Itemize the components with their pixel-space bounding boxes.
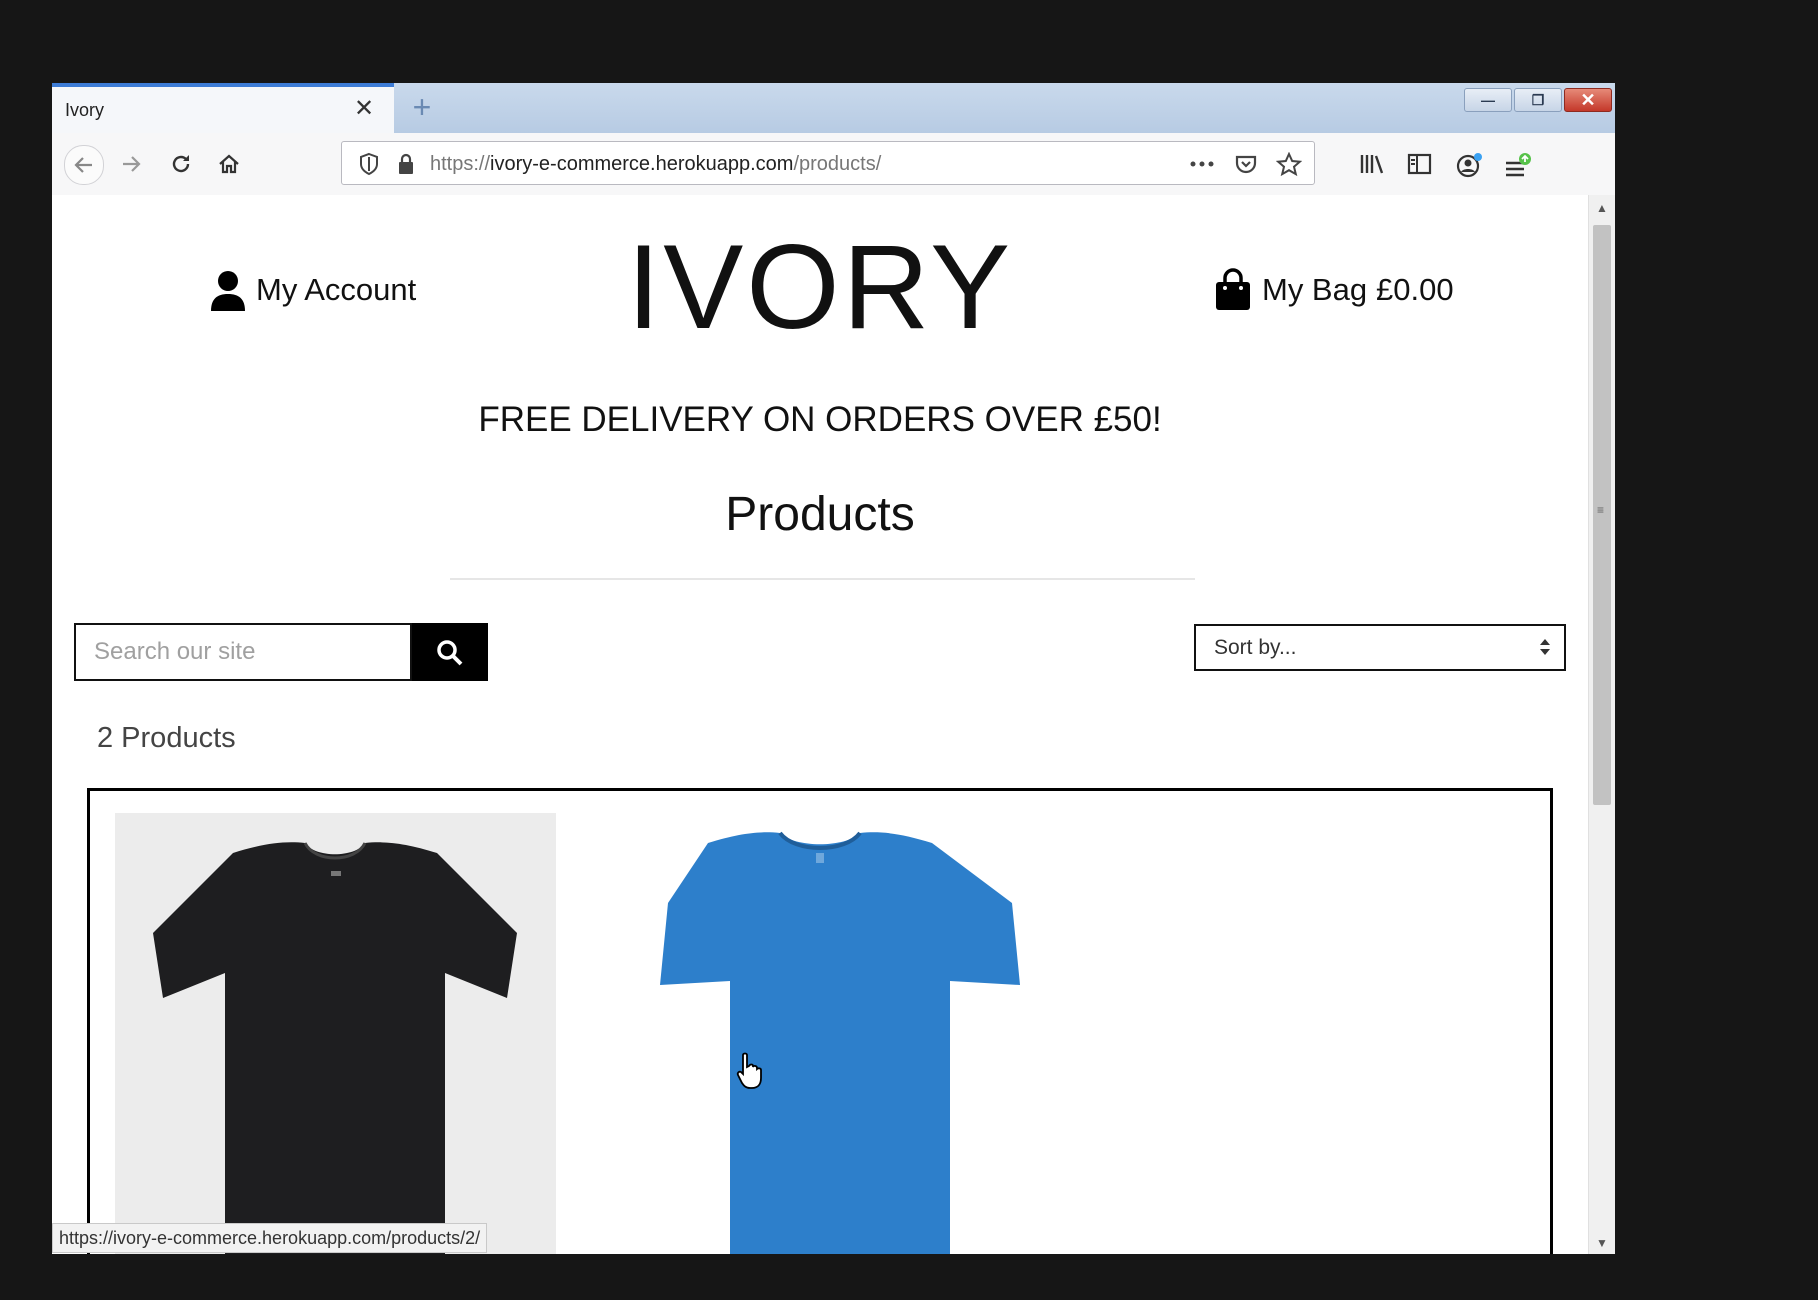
account-button[interactable]	[1448, 145, 1486, 183]
shield-icon[interactable]	[358, 152, 380, 176]
status-bar-link-preview: https://ivory-e-commerce.herokuapp.com/p…	[52, 1223, 488, 1253]
minimize-button[interactable]: —	[1464, 88, 1512, 112]
tab-strip: Ivory ✕ + — ❐ ✕	[52, 83, 1615, 134]
library-button[interactable]	[1352, 145, 1390, 183]
hand-cursor-icon	[736, 1052, 762, 1089]
url-path: /products/	[793, 153, 882, 175]
forward-button[interactable]	[112, 145, 150, 183]
arrow-left-icon	[74, 157, 92, 173]
reload-icon	[172, 155, 190, 173]
browser-window: Ivory ✕ + — ❐ ✕ https://ivory-e-commerce…	[52, 83, 1615, 1254]
product-count: 2 Products	[97, 722, 236, 754]
lock-icon[interactable]	[396, 152, 416, 176]
page-title: Products	[725, 488, 915, 541]
product-card[interactable]	[115, 813, 556, 1254]
url-scheme: https://	[430, 153, 491, 175]
blue-tshirt-image[interactable]	[620, 813, 1061, 1254]
bookmark-star-icon[interactable]	[1276, 152, 1302, 178]
back-button[interactable]	[64, 145, 104, 185]
url-host: ivory-e-commerce.herokuapp.com	[490, 153, 794, 175]
restore-icon: ❐	[1531, 92, 1545, 108]
scroll-down-icon[interactable]: ▼	[1596, 1236, 1608, 1250]
sort-select-value: Sort by...	[1214, 636, 1297, 659]
product-card[interactable]	[620, 813, 1061, 1254]
page-content: My Account IVORY My Bag £0.00 FREE DELIV…	[52, 195, 1588, 1254]
close-icon: ✕	[1580, 90, 1596, 110]
my-bag-label: My Bag	[1262, 272, 1368, 307]
tab-close-icon[interactable]: ✕	[354, 97, 374, 121]
title-divider	[450, 578, 1195, 580]
scroll-grip-icon: ≡	[1597, 503, 1605, 517]
library-icon	[1360, 155, 1384, 174]
search-icon	[437, 640, 463, 666]
close-window-button[interactable]: ✕	[1564, 88, 1612, 112]
hamburger-menu-icon	[1506, 153, 1531, 177]
sidebar-button[interactable]	[1400, 145, 1438, 183]
home-button[interactable]	[210, 145, 248, 183]
black-tshirt-image[interactable]	[115, 813, 556, 1254]
sort-select[interactable]: Sort by...	[1194, 624, 1566, 671]
scroll-up-icon[interactable]: ▲	[1596, 201, 1608, 215]
reload-button[interactable]	[162, 145, 200, 183]
home-icon	[219, 154, 239, 174]
minimize-icon: —	[1481, 92, 1495, 108]
sidebar-icon	[1407, 153, 1432, 175]
more-actions-icon[interactable]	[1188, 154, 1216, 174]
new-tab-button[interactable]: +	[402, 87, 442, 127]
delivery-banner: FREE DELIVERY ON ORDERS OVER £50!	[478, 400, 1162, 439]
menu-button[interactable]	[1496, 145, 1534, 183]
url-text[interactable]: https://ivory-e-commerce.herokuapp.com/p…	[430, 153, 881, 176]
pocket-icon[interactable]	[1234, 152, 1258, 176]
search-input[interactable]	[74, 623, 412, 681]
navigation-toolbar: https://ivory-e-commerce.herokuapp.com/p…	[52, 133, 1615, 196]
browser-tab[interactable]: Ivory ✕	[52, 83, 394, 133]
firefox-account-icon	[1456, 153, 1482, 178]
shopping-bag-icon	[1216, 268, 1250, 310]
product-grid	[87, 788, 1553, 1254]
bag-total: £0.00	[1376, 272, 1454, 307]
arrow-right-icon	[123, 156, 141, 172]
select-arrows-icon	[1540, 639, 1550, 655]
page-scrollbar[interactable]: ▲ ≡ ▼	[1588, 195, 1615, 1254]
restore-button[interactable]: ❐	[1514, 88, 1562, 112]
tab-title: Ivory	[65, 100, 105, 120]
address-bar[interactable]: https://ivory-e-commerce.herokuapp.com/p…	[341, 141, 1315, 185]
search-button[interactable]	[412, 623, 488, 681]
